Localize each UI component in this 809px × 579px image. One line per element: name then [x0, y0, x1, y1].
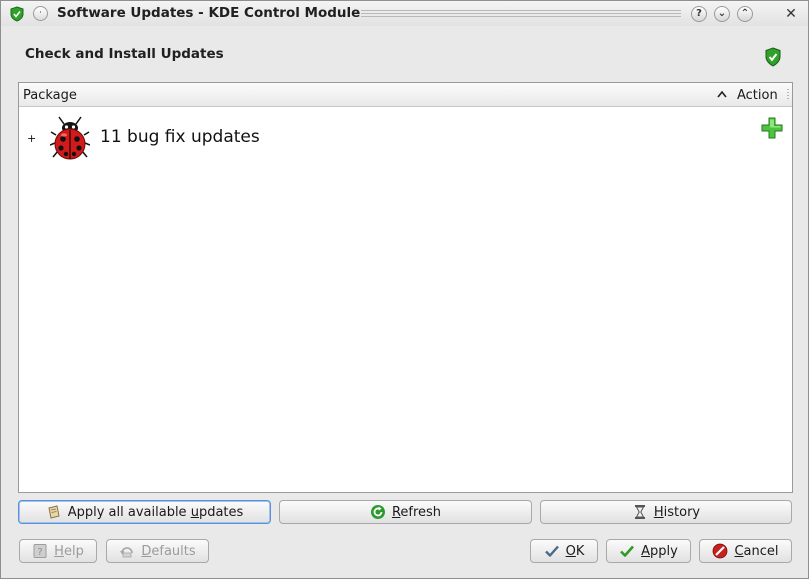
- sort-ascending-icon[interactable]: [717, 90, 727, 98]
- svg-text:?: ?: [38, 547, 43, 558]
- hourglass-icon: [634, 505, 645, 519]
- package-icon: [48, 505, 60, 519]
- title-bar[interactable]: · Software Updates - KDE Control Module …: [1, 1, 808, 26]
- page-title: Check and Install Updates: [25, 46, 224, 62]
- defaults-button[interactable]: Defaults: [106, 539, 209, 563]
- ladybug-icon: [50, 116, 90, 160]
- ok-label: OK: [565, 543, 585, 559]
- shield-app-icon: [10, 6, 24, 22]
- reset-defaults-icon: [120, 547, 134, 558]
- help-book-icon: ?: [33, 544, 47, 558]
- window-title: Software Updates - KDE Control Module: [57, 5, 361, 21]
- maximize-button[interactable]: ⌃: [737, 6, 753, 22]
- history-label: History: [653, 504, 701, 520]
- cancel-icon: [713, 543, 728, 559]
- apply-all-updates-button[interactable]: Apply all available updates: [18, 500, 271, 524]
- window-menu-button[interactable]: ·: [33, 6, 48, 21]
- kde-control-module-window: · Software Updates - KDE Control Module …: [0, 0, 809, 579]
- updates-tree-view[interactable]: Package Action + 11 bug fix updates: [18, 82, 793, 493]
- cancel-label: Cancel: [734, 543, 779, 559]
- column-header-package[interactable]: Package: [23, 88, 77, 103]
- close-button[interactable]: ✕: [783, 6, 799, 22]
- checkmark-icon: [544, 545, 559, 557]
- refresh-icon: [370, 505, 385, 519]
- title-bar-decoration: [361, 10, 681, 18]
- apply-all-updates-label: Apply all available updates: [67, 504, 244, 520]
- expand-icon[interactable]: +: [27, 133, 36, 144]
- column-header-action[interactable]: Action: [737, 88, 778, 103]
- cancel-button[interactable]: Cancel: [699, 539, 792, 563]
- green-shield-icon: [765, 47, 781, 67]
- apply-label: Apply: [641, 543, 678, 559]
- refresh-label: Refresh: [391, 504, 442, 520]
- defaults-label: Defaults: [141, 543, 196, 559]
- green-checkmark-icon: [620, 545, 635, 557]
- help-label: Help: [54, 543, 84, 559]
- minimize-button[interactable]: ⌄: [714, 6, 730, 22]
- tree-header: Package Action: [19, 83, 792, 107]
- help-window-button[interactable]: ?: [691, 6, 707, 22]
- ok-button[interactable]: OK: [530, 539, 598, 563]
- apply-button[interactable]: Apply: [606, 539, 691, 563]
- history-button[interactable]: History: [540, 500, 792, 524]
- green-plus-icon[interactable]: [761, 117, 783, 139]
- list-item[interactable]: + 11 bug fix updates: [19, 113, 792, 163]
- column-resize-grip[interactable]: [787, 89, 789, 101]
- update-group-label: 11 bug fix updates: [100, 127, 260, 147]
- refresh-button[interactable]: Refresh: [279, 500, 532, 524]
- help-button[interactable]: ? Help: [19, 539, 97, 563]
